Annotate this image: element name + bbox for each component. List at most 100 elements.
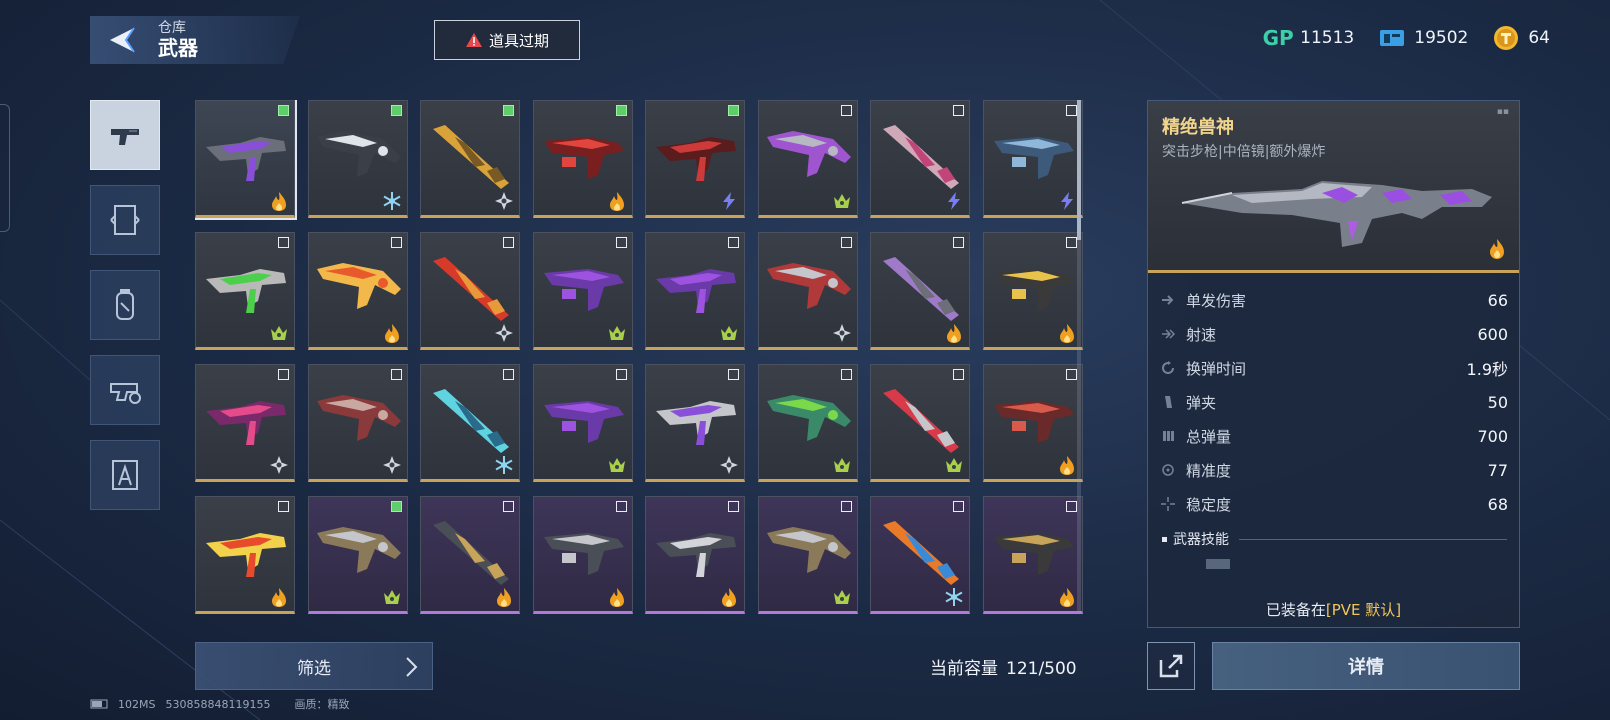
select-checkbox[interactable] [390,501,402,512]
back-button[interactable]: 仓库 武器 [90,16,300,64]
select-checkbox[interactable] [503,105,514,116]
weapon-card[interactable] [420,232,520,350]
select-checkbox[interactable] [728,105,739,116]
tab-parts[interactable] [90,355,160,425]
weapon-card[interactable] [420,496,520,614]
select-checkbox[interactable] [390,369,402,380]
weapon-image [543,137,624,179]
select-checkbox[interactable] [728,501,739,512]
select-checkbox[interactable] [953,105,964,116]
weapon-image [433,389,509,453]
fire-badge-icon [947,324,961,343]
select-checkbox[interactable] [1065,501,1077,512]
tab-skin[interactable] [90,185,160,255]
weapon-image [883,521,959,585]
select-checkbox[interactable] [1065,237,1077,248]
weapon-card[interactable] [307,100,408,218]
currency-ticket[interactable]: 19502 [1378,26,1468,50]
weapon-card[interactable] [532,232,633,350]
star-badge-icon [270,456,288,474]
weapon-card[interactable] [532,100,633,218]
tab-grenade[interactable] [90,270,160,340]
weapon-image [993,533,1074,575]
currency-gp[interactable]: GP 11513 [1263,26,1355,50]
select-checkbox[interactable] [1065,105,1077,116]
weapon-card[interactable] [645,100,745,218]
select-checkbox[interactable] [615,501,627,512]
weapon-card[interactable] [645,496,745,614]
select-checkbox[interactable] [953,501,964,512]
weapon-card[interactable] [982,364,1083,482]
select-checkbox[interactable] [503,237,514,248]
stat-value: 66 [1487,290,1508,310]
fire-badge-icon [1059,456,1074,475]
weapon-card[interactable] [195,364,295,482]
weapon-card[interactable] [757,232,858,350]
fire-badge-icon [497,588,511,607]
scrollbar-thumb[interactable] [1077,100,1081,240]
weapon-card[interactable] [757,364,858,482]
weapon-card[interactable] [420,364,520,482]
tool-icon [112,460,138,490]
weapon-tags: 突击步枪|中倍镜|额外爆炸 [1162,144,1326,160]
select-checkbox[interactable] [615,105,627,116]
weapon-image [206,401,286,445]
select-checkbox[interactable] [390,237,402,248]
currency-gold[interactable]: 64 [1492,26,1550,50]
weapon-card[interactable] [307,496,408,614]
weapon-card[interactable] [870,232,970,350]
select-checkbox[interactable] [953,237,964,248]
category-tabs [90,100,162,525]
weapon-card[interactable] [757,496,858,614]
skill-slot[interactable] [1206,559,1230,569]
weapon-card[interactable] [195,232,295,350]
select-checkbox[interactable] [840,105,852,116]
select-checkbox[interactable] [1065,369,1077,380]
share-button[interactable] [1147,642,1195,690]
weapon-card[interactable] [532,364,633,482]
grid-scrollbar[interactable] [1077,100,1081,612]
equipped-status: 已装备在[PVE 默认] [1148,599,1519,620]
weapon-card[interactable] [532,496,633,614]
weapon-card[interactable] [195,100,297,220]
weapon-card[interactable] [307,232,408,350]
select-checkbox[interactable] [840,369,852,380]
select-checkbox[interactable] [840,501,852,512]
select-checkbox[interactable] [728,369,739,380]
details-button[interactable]: 详情 [1212,642,1520,690]
weapon-card[interactable] [757,100,858,218]
weapon-image [316,395,401,441]
weapon-card[interactable] [870,364,970,482]
select-checkbox[interactable] [503,369,514,380]
weapon-card[interactable] [307,364,408,482]
select-checkbox[interactable] [953,369,964,380]
bullet-marker [1162,536,1167,542]
weapon-card[interactable] [870,496,970,614]
weapon-card[interactable] [870,100,970,218]
select-checkbox[interactable] [503,501,514,512]
select-checkbox[interactable] [840,237,852,248]
weapon-card[interactable] [645,364,745,482]
select-checkbox[interactable] [390,105,402,116]
filter-button[interactable]: 筛选 [195,642,433,690]
weapon-card[interactable] [645,232,745,350]
select-checkbox[interactable] [615,237,627,248]
select-checkbox[interactable] [728,237,739,248]
weapon-card[interactable] [982,100,1083,218]
select-checkbox[interactable] [615,369,627,380]
weapon-card[interactable] [195,496,295,614]
divider [1239,538,1507,540]
side-drawer-handle[interactable] [0,104,10,232]
select-checkbox[interactable] [278,105,289,116]
select-checkbox[interactable] [278,501,289,512]
select-checkbox[interactable] [278,237,289,248]
stat-value: 68 [1487,494,1508,514]
reload-icon [1162,361,1174,374]
tab-pistol[interactable] [90,100,160,170]
weapon-card[interactable] [420,100,520,218]
weapon-card[interactable] [982,496,1083,614]
select-checkbox[interactable] [278,369,289,380]
tab-tools[interactable] [90,440,160,510]
weapon-card[interactable] [982,232,1083,350]
expired-items-button[interactable]: 道具过期 [434,20,580,60]
